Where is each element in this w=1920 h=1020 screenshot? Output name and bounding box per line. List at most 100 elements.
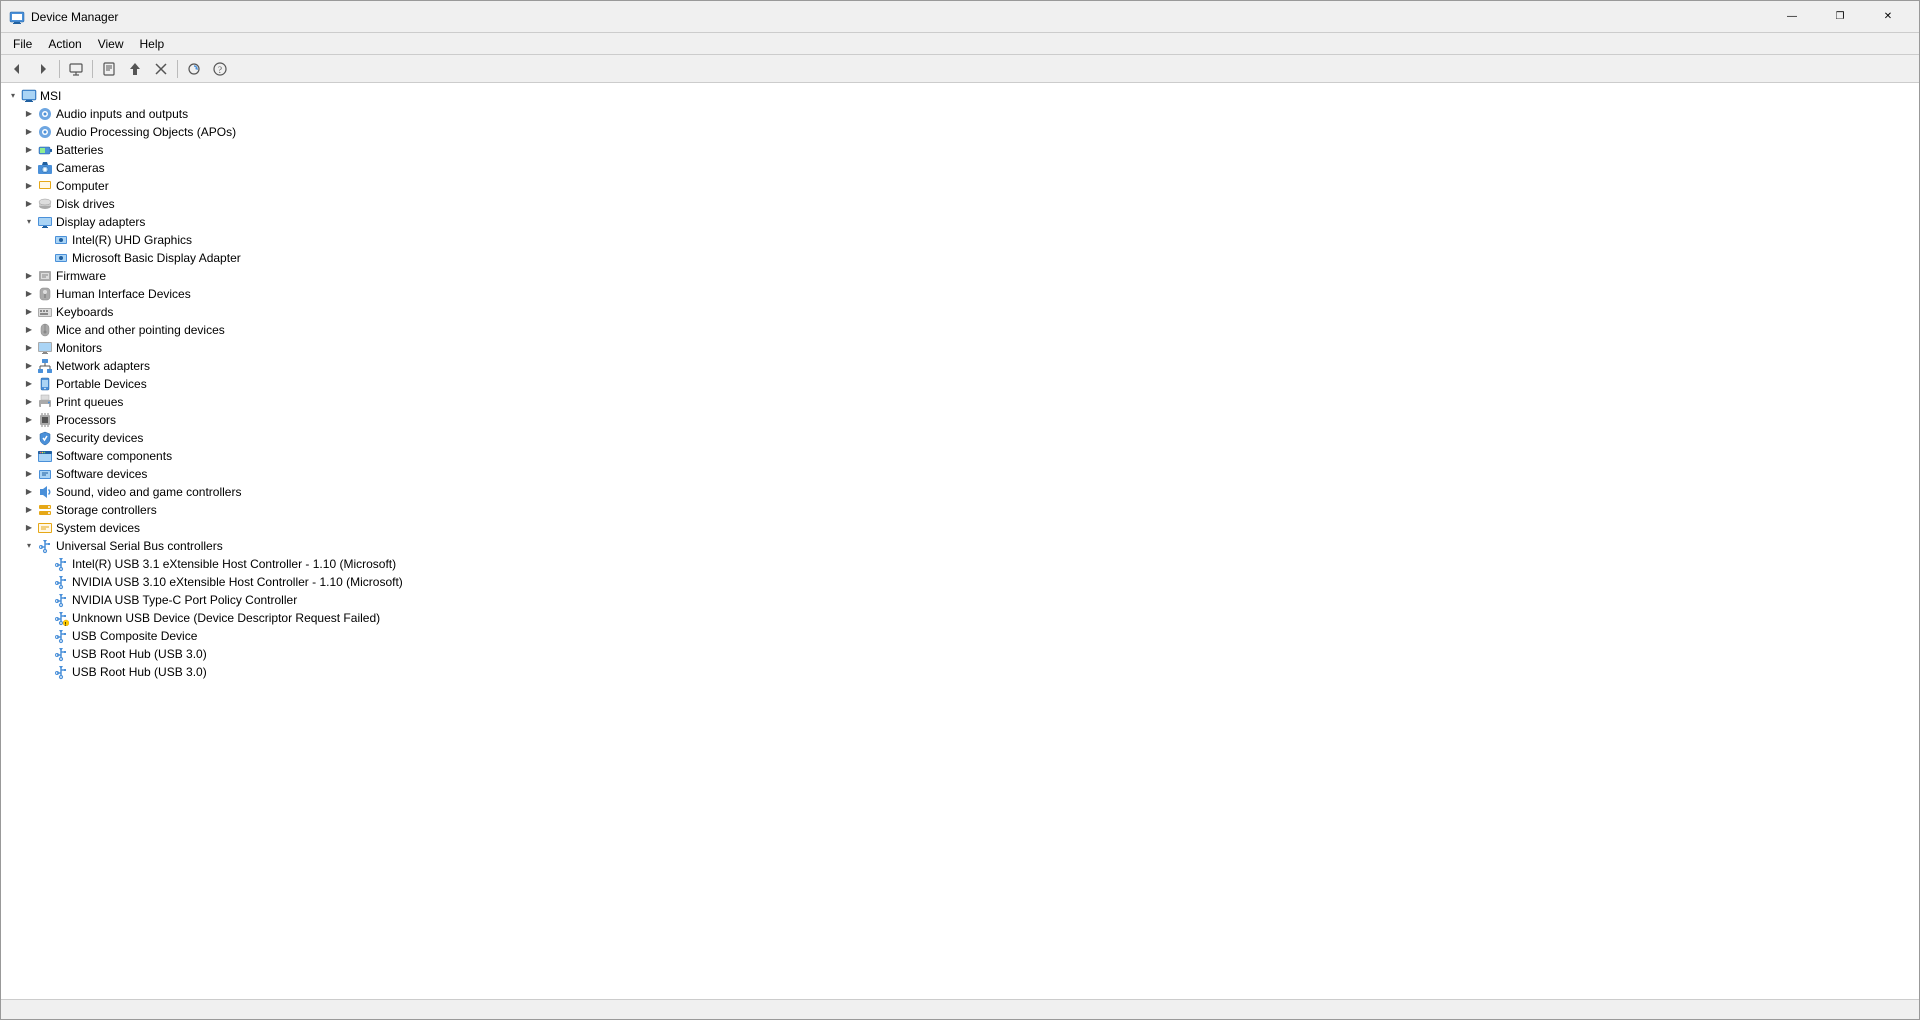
- network-label: Network adapters: [56, 357, 150, 375]
- toolbar-separator-1: [59, 60, 60, 78]
- monitor-icon: [37, 340, 53, 356]
- system-icon: [37, 520, 53, 536]
- menu-file[interactable]: File: [5, 35, 40, 53]
- expand-sound[interactable]: ▶: [21, 484, 37, 500]
- computer-icon: [21, 88, 37, 104]
- software-devices-icon: [37, 466, 53, 482]
- tree-row-print[interactable]: ▶ Print queues: [1, 393, 1919, 411]
- tree-row-monitors[interactable]: ▶ Monitors: [1, 339, 1919, 357]
- battery-icon: [37, 142, 53, 158]
- properties-button[interactable]: [97, 58, 121, 80]
- menu-action[interactable]: Action: [40, 35, 89, 53]
- expand-apo[interactable]: ▶: [21, 124, 37, 140]
- tree-row-sound[interactable]: ▶ Sound, video and game controllers: [1, 483, 1919, 501]
- expand-software-devices[interactable]: ▶: [21, 466, 37, 482]
- tree-row-hid[interactable]: ▶ Human Interface Devices: [1, 285, 1919, 303]
- scan-hardware-button[interactable]: [182, 58, 206, 80]
- close-button[interactable]: ✕: [1865, 1, 1911, 33]
- expand-system[interactable]: ▶: [21, 520, 37, 536]
- toolbar-separator-2: [92, 60, 93, 78]
- intel-usb-label: Intel(R) USB 3.1 eXtensible Host Control…: [72, 555, 396, 573]
- tree-row-storage[interactable]: ▶ Storage controllers: [1, 501, 1919, 519]
- expand-keyboards[interactable]: ▶: [21, 304, 37, 320]
- expand-storage[interactable]: ▶: [21, 502, 37, 518]
- toolbar: ?: [1, 55, 1919, 83]
- tree-item-batteries: ▶ Batteries: [1, 141, 1919, 159]
- tree-item-ms-display: Microsoft Basic Display Adapter: [1, 249, 1919, 267]
- tree-row-software-devices[interactable]: ▶ Software devices: [1, 465, 1919, 483]
- unknown-usb-label: Unknown USB Device (Device Descriptor Re…: [72, 609, 380, 627]
- tree-row-msi[interactable]: ▾ MSI: [1, 87, 1919, 105]
- expand-display[interactable]: ▾: [21, 214, 37, 230]
- expand-usb[interactable]: ▾: [21, 538, 37, 554]
- minimize-button[interactable]: —: [1769, 1, 1815, 33]
- tree-row-computer[interactable]: ▶ Computer: [1, 177, 1919, 195]
- tree-row-nvidia-usb1[interactable]: NVIDIA USB 3.10 eXtensible Host Controll…: [1, 573, 1919, 591]
- expand-monitors[interactable]: ▶: [21, 340, 37, 356]
- expand-disk[interactable]: ▶: [21, 196, 37, 212]
- expand-computer[interactable]: ▶: [21, 178, 37, 194]
- tree-row-system[interactable]: ▶ System devices: [1, 519, 1919, 537]
- apo-icon: [37, 124, 53, 140]
- tree-row-usb-composite[interactable]: USB Composite Device: [1, 627, 1919, 645]
- tree-row-unknown-usb[interactable]: ! Unknown USB Device (Device Descriptor …: [1, 609, 1919, 627]
- tree-item-intel-usb: Intel(R) USB 3.1 eXtensible Host Control…: [1, 555, 1919, 573]
- menu-help[interactable]: Help: [132, 35, 173, 53]
- tree-row-intel-gpu[interactable]: Intel(R) UHD Graphics: [1, 231, 1919, 249]
- expand-mice[interactable]: ▶: [21, 322, 37, 338]
- computer-label: Computer: [56, 177, 109, 195]
- tree-row-software-components[interactable]: ▶ Softwa: [1, 447, 1919, 465]
- back-button[interactable]: [5, 58, 29, 80]
- tree-row-usb[interactable]: ▾: [1, 537, 1919, 555]
- tree-row-usb-root1[interactable]: USB Root Hub (USB 3.0): [1, 645, 1919, 663]
- tree-row-ms-display[interactable]: Microsoft Basic Display Adapter: [1, 249, 1919, 267]
- tree-row-keyboards[interactable]: ▶ Keyboa: [1, 303, 1919, 321]
- usb-root1-icon: [53, 646, 69, 662]
- tree-row-mice[interactable]: ▶ Mice and other pointing devices: [1, 321, 1919, 339]
- expand-software-components[interactable]: ▶: [21, 448, 37, 464]
- help-button[interactable]: ?: [208, 58, 232, 80]
- tree-row-cameras[interactable]: ▶ Cameras: [1, 159, 1919, 177]
- tree-item-print: ▶ Print queues: [1, 393, 1919, 411]
- tree-row-audio[interactable]: ▶ Audio inputs and outputs: [1, 105, 1919, 123]
- uninstall-icon: [154, 62, 168, 76]
- restore-button[interactable]: ❐: [1817, 1, 1863, 33]
- expand-msi[interactable]: ▾: [5, 88, 21, 104]
- expand-portable[interactable]: ▶: [21, 376, 37, 392]
- expand-hid[interactable]: ▶: [21, 286, 37, 302]
- expand-print[interactable]: ▶: [21, 394, 37, 410]
- expand-security[interactable]: ▶: [21, 430, 37, 446]
- title-icon: [9, 9, 25, 25]
- tree-row-nvidia-typec[interactable]: NVIDIA USB Type-C Port Policy Controller: [1, 591, 1919, 609]
- tree-row-disk[interactable]: ▶ Disk drives: [1, 195, 1919, 213]
- ms-display-label: Microsoft Basic Display Adapter: [72, 249, 241, 267]
- sound-label: Sound, video and game controllers: [56, 483, 241, 501]
- expand-network[interactable]: ▶: [21, 358, 37, 374]
- update-icon: [128, 62, 142, 76]
- tree-row-batteries[interactable]: ▶ Batteries: [1, 141, 1919, 159]
- tree-row-apo[interactable]: ▶ Audio Processing Objects (APOs): [1, 123, 1919, 141]
- forward-button[interactable]: [31, 58, 55, 80]
- update-driver-button[interactable]: [123, 58, 147, 80]
- tree-row-security[interactable]: ▶ Security devices: [1, 429, 1919, 447]
- tree-content[interactable]: ▾ MSI ▶: [1, 83, 1919, 999]
- tree-row-processors[interactable]: ▶: [1, 411, 1919, 429]
- device-manager-window: Device Manager — ❐ ✕ File Action View He…: [0, 0, 1920, 1020]
- menu-view[interactable]: View: [90, 35, 132, 53]
- monitors-label: Monitors: [56, 339, 102, 357]
- tree-item-security: ▶ Security devices: [1, 429, 1919, 447]
- intel-gpu-icon: [53, 232, 69, 248]
- uninstall-button[interactable]: [149, 58, 173, 80]
- expand-processors[interactable]: ▶: [21, 412, 37, 428]
- expand-batteries[interactable]: ▶: [21, 142, 37, 158]
- tree-row-firmware[interactable]: ▶ Firmware: [1, 267, 1919, 285]
- tree-row-intel-usb[interactable]: Intel(R) USB 3.1 eXtensible Host Control…: [1, 555, 1919, 573]
- show-hidden-devices-button[interactable]: [64, 58, 88, 80]
- tree-row-usb-root2[interactable]: USB Root Hub (USB 3.0): [1, 663, 1919, 681]
- expand-firmware[interactable]: ▶: [21, 268, 37, 284]
- expand-audio[interactable]: ▶: [21, 106, 37, 122]
- tree-row-network[interactable]: ▶: [1, 357, 1919, 375]
- tree-row-display[interactable]: ▾ Display adapters: [1, 213, 1919, 231]
- tree-row-portable[interactable]: ▶ Portable Devices: [1, 375, 1919, 393]
- expand-cameras[interactable]: ▶: [21, 160, 37, 176]
